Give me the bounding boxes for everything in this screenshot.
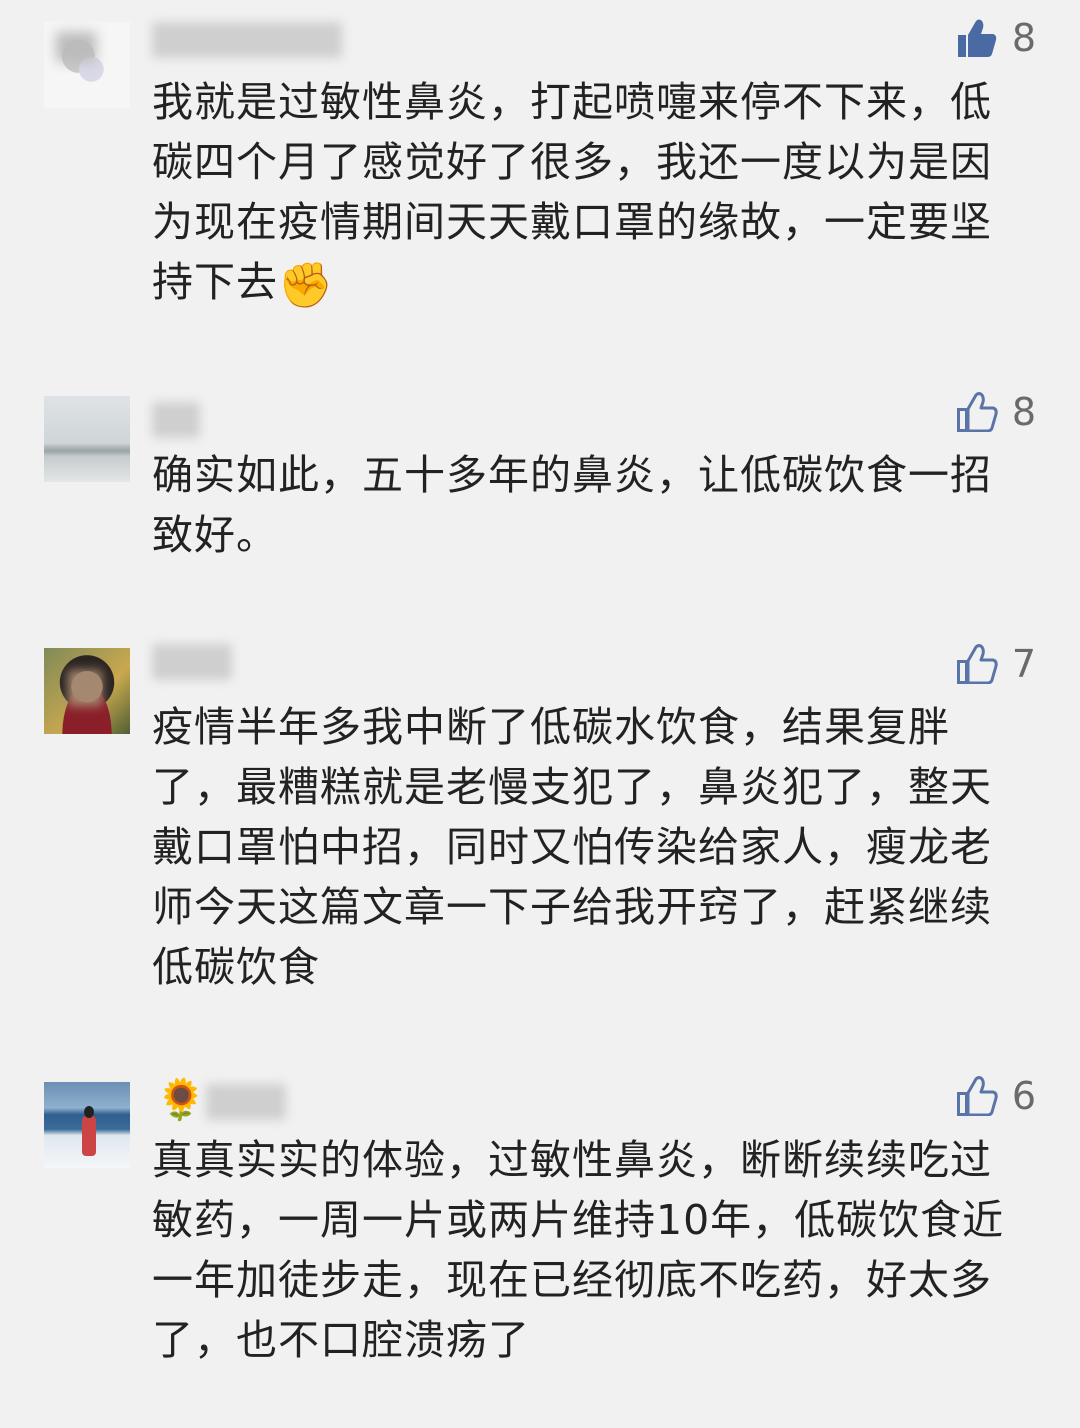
- thumbs-up-outline-icon: [956, 392, 998, 432]
- like-button[interactable]: 8: [956, 18, 1036, 58]
- comment-text: 确实如此，五十多年的鼻炎，让低碳饮食一招致好。: [152, 451, 992, 559]
- nickname-blurred: [152, 22, 342, 58]
- comment-text: 真真实实的体验，过敏性鼻炎，断断续续吃过敏药，一周一片或两片维持10年，低碳饮食…: [152, 1136, 1005, 1364]
- like-count: 8: [1011, 390, 1036, 434]
- like-count: 7: [1011, 642, 1036, 686]
- thumbs-up-outline-icon: [956, 644, 998, 684]
- avatar[interactable]: [44, 22, 130, 108]
- avatar[interactable]: [44, 396, 130, 482]
- thumbs-up-filled-icon: [956, 18, 998, 58]
- comment-text: 我就是过敏性鼻炎，打起喷嚏来停不下来，低碳四个月了感觉好了很多，我还一度以为是因…: [152, 72, 1022, 316]
- like-button[interactable]: 8: [956, 392, 1036, 432]
- sunflower-emoji: 🌻: [156, 1077, 206, 1123]
- thumbs-up-outline-icon: [956, 1076, 998, 1116]
- avatar[interactable]: [44, 1082, 130, 1168]
- comment-item: 8 确实如此，五十多年的鼻炎，让低碳饮食一招致好。: [0, 380, 1080, 610]
- comment-item: 8 我就是过敏性鼻炎，打起喷嚏来停不下来，低碳四个月了感觉好了很多，我还一度以为…: [0, 0, 1080, 340]
- avatar[interactable]: [44, 648, 130, 734]
- comment-text: 疫情半年多我中断了低碳水饮食，结果复胖了，最糟糕就是老慢支犯了，鼻炎犯了，整天戴…: [152, 703, 992, 991]
- like-button[interactable]: 6: [956, 1076, 1036, 1116]
- raised-fist-emoji: ✊: [278, 260, 334, 311]
- nickname-blurred: [206, 1084, 286, 1120]
- comment-item: 7 疫情半年多我中断了低碳水饮食，结果复胖了，最糟糕就是老慢支犯了，鼻炎犯了，整…: [0, 630, 1080, 1010]
- nickname-blurred: [152, 644, 232, 680]
- like-count: 8: [1011, 16, 1036, 60]
- comment-item: 🌻 6 真真实实的体验，过敏性鼻炎，断断续续吃过敏药，一周一片或两片维持10年，…: [0, 1060, 1080, 1420]
- like-button[interactable]: 7: [956, 644, 1036, 684]
- like-count: 6: [1011, 1074, 1036, 1118]
- nickname-blurred: [152, 402, 200, 438]
